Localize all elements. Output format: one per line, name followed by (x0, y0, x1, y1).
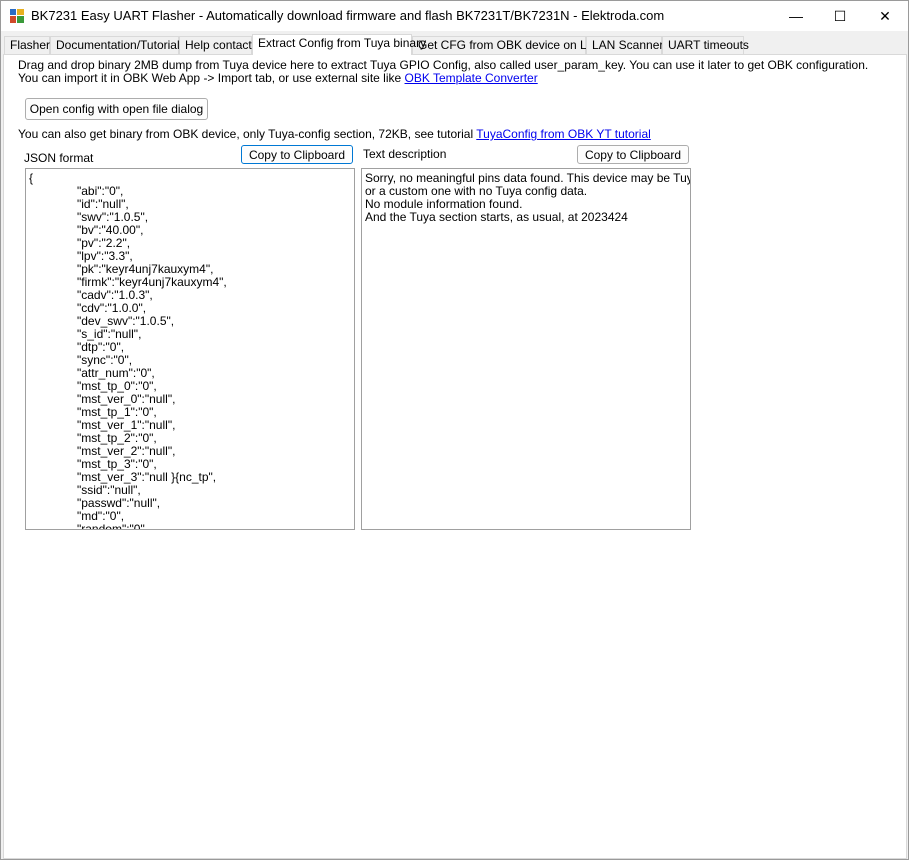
tab-documentation[interactable]: Documentation/Tutorials (50, 36, 186, 54)
copy-json-button[interactable]: Copy to Clipboard (241, 145, 353, 164)
tab-lan-scanner[interactable]: LAN Scanner (586, 36, 663, 54)
obk-info-text: You can also get binary from OBK device,… (18, 127, 477, 141)
tab-help-contact[interactable]: Help contact (179, 36, 252, 54)
tab-strip: Flasher Documentation/Tutorials Help con… (4, 34, 904, 55)
extract-config-page: Drag and drop binary 2MB dump from Tuya … (3, 54, 907, 859)
app-window: BK7231 Easy UART Flasher - Automatically… (0, 0, 909, 860)
obk-template-converter-link[interactable]: OBK Template Converter (405, 71, 538, 85)
copy-text-button[interactable]: Copy to Clipboard (577, 145, 689, 164)
window-title: BK7231 Easy UART Flasher - Automatically… (31, 8, 665, 23)
tab-extract-config[interactable]: Extract Config from Tuya binary (252, 34, 426, 55)
open-config-button[interactable]: Open config with open file dialog (25, 98, 208, 120)
minimize-icon: — (789, 8, 803, 24)
close-button[interactable]: ✕ (862, 1, 908, 31)
json-output-textbox[interactable]: {"abi":"0", "id":"null", "swv":"1.0.5", "bv… (25, 168, 355, 530)
tuyaconfig-tutorial-link[interactable]: TuyaConfig from OBK YT tutorial (476, 127, 651, 141)
text-description-textbox[interactable]: Sorry, no meaningful pins data found. Th… (361, 168, 691, 530)
info-line-2-text: You can import it in OBK Web App -> Impo… (18, 71, 405, 85)
app-icon (10, 9, 24, 23)
maximize-button[interactable]: ☐ (817, 1, 863, 31)
obk-info-line: You can also get binary from OBK device,… (18, 128, 651, 141)
title-bar: BK7231 Easy UART Flasher - Automatically… (1, 1, 908, 31)
text-description-line: And the Tuya section starts, as usual, a… (365, 210, 628, 224)
tab-uart-timeouts[interactable]: UART timeouts (662, 36, 749, 54)
maximize-icon: ☐ (833, 7, 847, 24)
info-line-2: You can import it in OBK Web App -> Impo… (18, 72, 538, 85)
text-description-label: Text description (363, 147, 447, 161)
tab-flasher[interactable]: Flasher (4, 36, 50, 54)
json-line: "random":"0", (77, 522, 149, 530)
tab-get-cfg-obk[interactable]: Get CFG from OBK device on LAN (412, 36, 603, 54)
minimize-button[interactable]: — (773, 1, 819, 31)
json-format-label: JSON format (24, 151, 94, 165)
close-icon: ✕ (879, 7, 891, 24)
